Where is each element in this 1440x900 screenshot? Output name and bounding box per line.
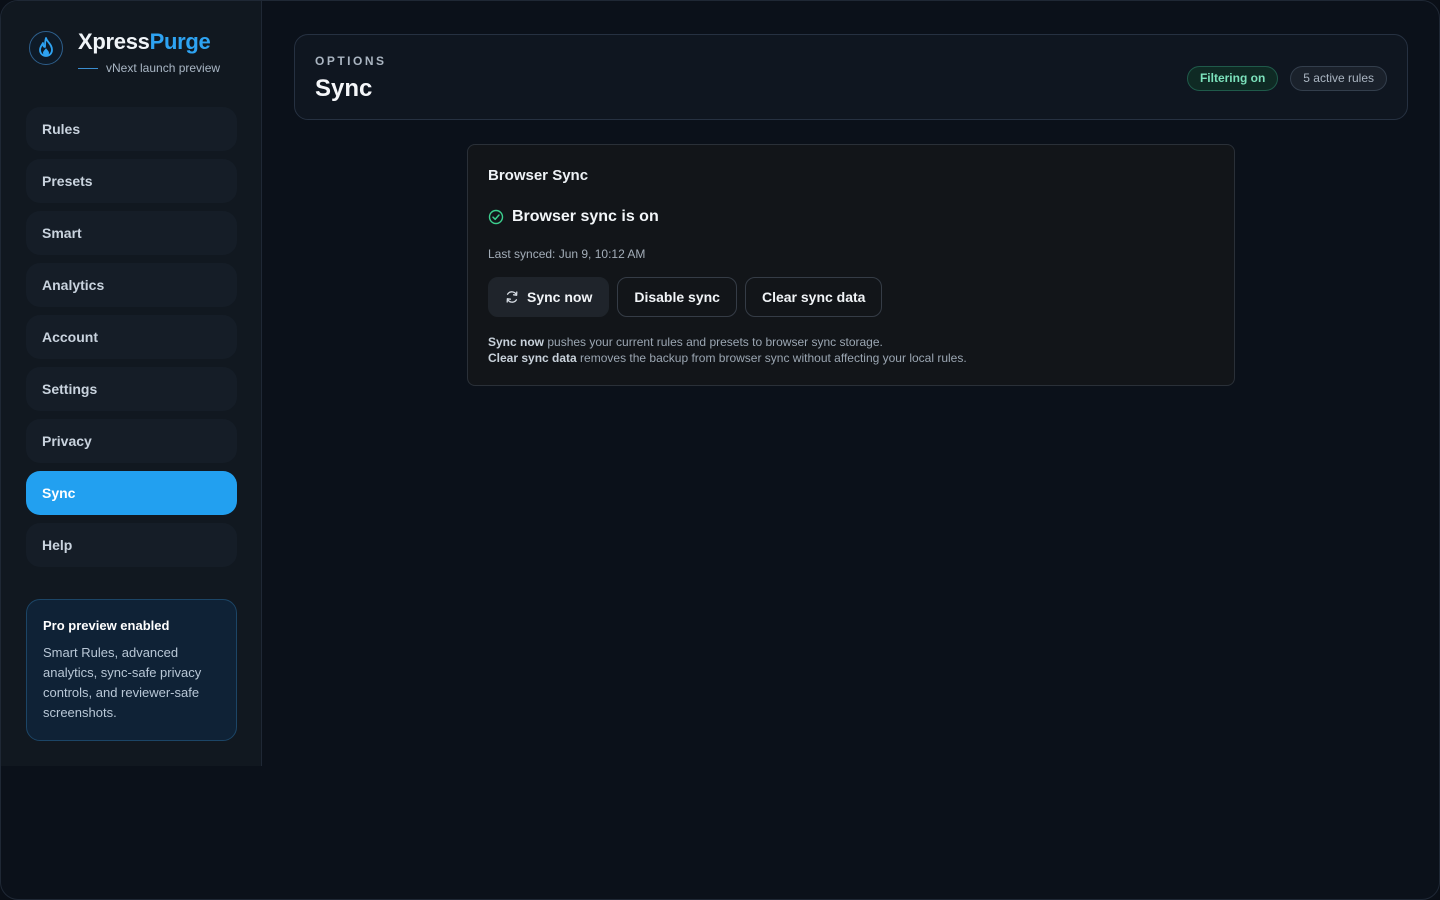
sync-help-notes: Sync now pushes your current rules and p… [488, 334, 967, 366]
page-header: OPTIONS Sync Filtering on 5 active rules [294, 34, 1408, 120]
sidebar-item-analytics[interactable]: Analytics [26, 263, 237, 307]
brand: XpressPurge vNext launch preview [29, 29, 249, 79]
filtering-status-badge: Filtering on [1186, 66, 1279, 91]
sync-status: Browser sync is on [488, 208, 659, 226]
clear-sync-note: Clear sync data removes the backup from … [488, 350, 967, 366]
disable-sync-button[interactable]: Disable sync [617, 277, 737, 317]
page-eyebrow: OPTIONS [315, 54, 387, 68]
brand-name-part2: Purge [149, 29, 211, 54]
subtitle-divider [78, 68, 98, 70]
pro-preview-body: Smart Rules, advanced analytics, sync-sa… [43, 645, 202, 720]
pro-preview-title: Pro preview enabled [43, 618, 170, 633]
brand-name-part1: Xpress [78, 29, 150, 54]
check-circle-icon [488, 209, 504, 225]
brand-name: XpressPurge [78, 29, 211, 55]
sync-now-label: Sync now [527, 289, 593, 305]
sync-now-note: Sync now pushes your current rules and p… [488, 334, 967, 350]
browser-sync-card: Browser Sync Browser sync is on Last syn… [467, 144, 1235, 386]
last-synced-timestamp: Last synced: Jun 9, 10:12 AM [488, 247, 646, 261]
sync-actions: Sync now Disable sync Clear sync data [488, 277, 883, 317]
sidebar-nav: Rules Presets Smart Analytics Account Se… [26, 107, 237, 575]
sidebar-item-account[interactable]: Account [26, 315, 237, 359]
sidebar-item-settings[interactable]: Settings [26, 367, 237, 411]
pro-preview-card: Pro preview enabled Smart Rules, advance… [26, 599, 237, 741]
active-rules-badge: 5 active rules [1290, 66, 1387, 91]
clear-sync-note-term: Clear sync data [488, 351, 577, 365]
sidebar-item-presets[interactable]: Presets [26, 159, 237, 203]
sidebar-item-smart[interactable]: Smart [26, 211, 237, 255]
clear-sync-data-button[interactable]: Clear sync data [744, 277, 883, 317]
header-badges: Filtering on 5 active rules [1186, 66, 1387, 91]
sync-now-note-term: Sync now [488, 335, 545, 349]
flame-icon [29, 31, 63, 65]
sync-now-button[interactable]: Sync now [488, 277, 610, 317]
sync-status-text: Browser sync is on [512, 208, 659, 225]
sync-now-note-text: pushes your current rules and presets to… [544, 335, 883, 349]
page-title: Sync [315, 75, 373, 102]
app-window: XpressPurge vNext launch preview Rules P… [0, 0, 1440, 900]
sidebar: XpressPurge vNext launch preview Rules P… [1, 1, 262, 766]
brand-subtitle-text: vNext launch preview [106, 61, 221, 75]
card-title: Browser Sync [488, 167, 589, 184]
sidebar-item-privacy[interactable]: Privacy [26, 419, 237, 463]
sidebar-item-sync[interactable]: Sync [26, 471, 237, 515]
sidebar-item-help[interactable]: Help [26, 523, 237, 567]
refresh-icon [506, 291, 518, 303]
sidebar-item-rules[interactable]: Rules [26, 107, 237, 151]
brand-subtitle: vNext launch preview [78, 61, 220, 75]
clear-sync-note-text: removes the backup from browser sync wit… [576, 351, 967, 365]
